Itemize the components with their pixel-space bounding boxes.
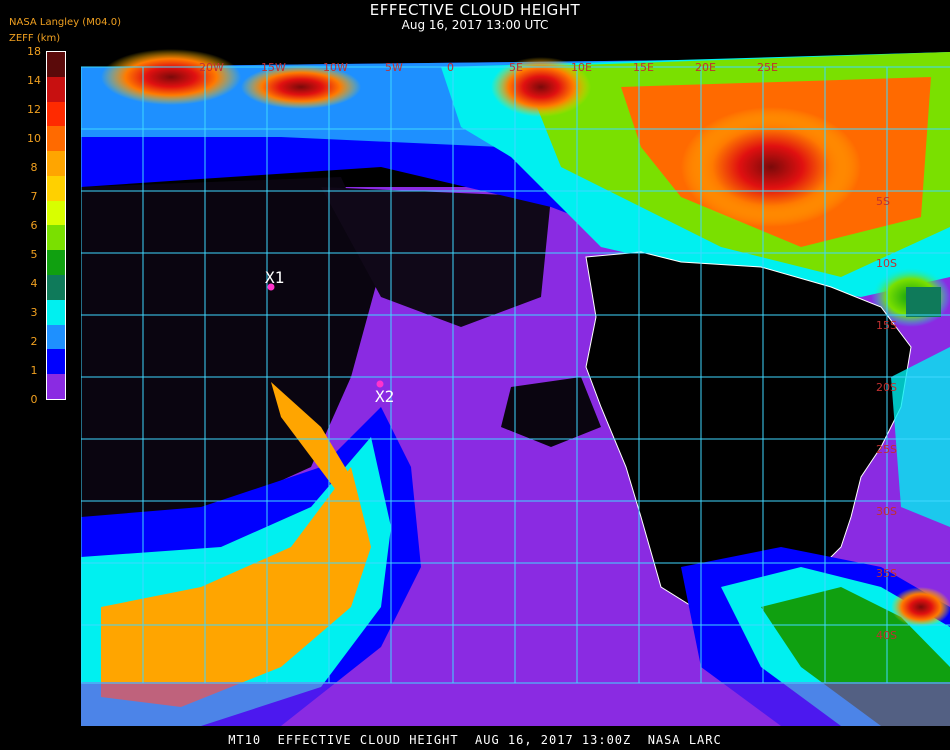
colorbar-segment [47,76,65,102]
colorbar-tick-label: 3 [30,306,38,319]
colorbar-tick-label: 8 [30,161,38,174]
colorbar-tick-label: 6 [30,219,38,232]
marker-x1-label: X1 [265,268,284,287]
cloud-height-map: 5S 10S 15S 20S 25S 30S 35S 40S 20W 15W 10W 5W 0 5E 10E… [81,47,950,726]
colorbar-segment [47,250,65,276]
colorbar-segment [47,151,65,176]
colorbar-segment [47,324,65,350]
colorbar-tick-label: 2 [30,335,38,348]
marker-x2-label: X2 [375,387,394,406]
longitude-label: 25E [757,61,778,74]
latitude-label: 35S [876,567,897,580]
variable-label: ZEFF (km) [9,33,61,44]
colorbar-segment [47,52,65,77]
longitude-label: 5W [385,61,403,74]
latitude-label: 40S [876,629,897,642]
longitude-label: 0 [447,61,454,74]
cloud-height-image: EFFECTIVE CLOUD HEIGHT Aug 16, 2017 13:0… [0,0,950,750]
colorbar-tick-label: 1 [30,364,38,377]
colorbar-tick-label: 18 [27,45,41,58]
colorbar-tick-label: 0 [30,393,38,406]
longitude-label: 5E [509,61,523,74]
storm-cell-2 [101,49,241,105]
latitude-label: 5S [876,195,890,208]
colorbar-tick-label: 7 [30,190,38,203]
source-label: NASA Langley (M04.0) [9,17,121,28]
colorbar-tick-label: 4 [30,277,38,290]
colorbar-tick-label: 14 [27,74,41,87]
longitude-label: 15E [633,61,654,74]
colorbar-segment [47,299,65,325]
colorbar-segment [47,374,65,399]
southeast-storm-cell [891,587,950,627]
latitude-label: 10S [876,257,897,270]
colorbar-segment [47,126,65,152]
colorbar-segment [47,200,65,226]
colorbar-segment [47,349,65,375]
colorbar-tick-label: 5 [30,248,38,261]
east-africa-green-patch [906,287,941,317]
image-subtitle: Aug 16, 2017 13:00 UTC [401,18,549,32]
colorbar-segment [47,101,65,127]
longitude-label: 15W [261,61,286,74]
storm-cell-3 [681,107,861,227]
footer-caption: MT10 EFFECTIVE CLOUD HEIGHT AUG 16, 2017… [228,733,722,747]
longitude-label: 20W [199,61,224,74]
southern-edge-clouds [81,682,950,726]
latitude-label: 15S [876,319,897,332]
colorbar [46,51,66,400]
longitude-label: 20E [695,61,716,74]
latitude-label: 20S [876,381,897,394]
colorbar-segment [47,275,65,300]
colorbar-segment [47,175,65,201]
latitude-label: 25S [876,443,897,456]
image-title: EFFECTIVE CLOUD HEIGHT [369,1,581,19]
longitude-label: 10W [323,61,348,74]
longitude-label: 10E [571,61,592,74]
colorbar-segment [47,225,65,251]
latitude-label: 30S [876,505,897,518]
colorbar-tick-label: 12 [27,103,41,116]
colorbar-tick-label: 10 [27,132,41,145]
